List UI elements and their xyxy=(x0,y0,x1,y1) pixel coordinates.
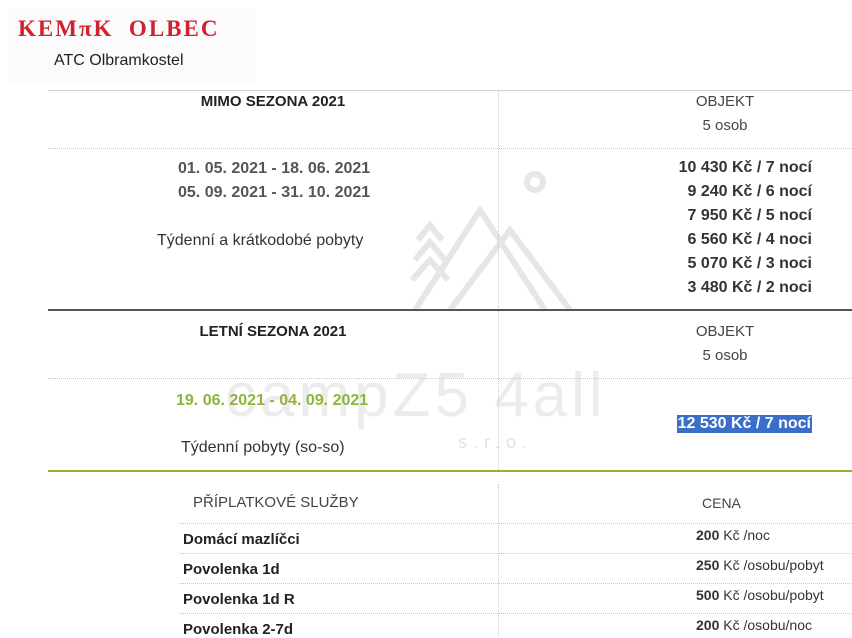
off-season-date-1: 01. 05. 2021 - 18. 06. 2021 xyxy=(178,160,371,177)
service-price-permit-1d-r: 500 Kč /osobu/pobyt xyxy=(696,587,824,603)
summer-season-top-rule xyxy=(48,309,852,311)
off-season-price-4: 6 560 Kč / 4 noci xyxy=(687,231,812,248)
service-unit-permit-1d: Kč /osobu/pobyt xyxy=(723,557,824,573)
summer-season-capacity: 5 osob xyxy=(702,347,748,364)
summer-season-price[interactable]: 12 530 Kč / 7 nocí xyxy=(676,415,812,433)
logo-title: KEMπK OLBEC xyxy=(18,16,220,41)
logo: KEMπK OLBEC ATC Olbramkostel xyxy=(8,8,256,84)
summer-season-dates: 19. 06. 2021 - 04. 09. 2021 xyxy=(176,392,369,409)
service-name-permit-1d-r: Povolenka 1d R xyxy=(183,591,295,608)
off-season-date-2: 05. 09. 2021 - 31. 10. 2021 xyxy=(178,184,371,201)
service-amount-permit-1d: 250 xyxy=(696,557,720,573)
off-season-object-label: OBJEKT xyxy=(695,93,755,110)
service-amount-permit-2-7d: 200 xyxy=(696,617,720,633)
watermark-subtext: s.r.o. xyxy=(458,432,533,452)
services-top-rule xyxy=(48,470,852,472)
service-row-rule xyxy=(180,583,852,584)
off-season-price-3: 5 070 Kč / 3 noci xyxy=(687,255,812,272)
services-header: PŘÍPLATKOVÉ SLUŽBY xyxy=(193,494,359,511)
summer-season-title: LETNÍ SEZONA 2021 xyxy=(199,323,347,340)
off-season-header-rule xyxy=(48,148,852,149)
off-season-price-2: 3 480 Kč / 2 noci xyxy=(687,279,812,296)
service-unit-permit-2-7d: Kč /osobu/noc xyxy=(723,617,812,633)
service-row-rule xyxy=(180,613,852,614)
summer-season-object-label: OBJEKT xyxy=(695,323,755,340)
service-unit-pets: Kč /noc xyxy=(723,527,770,543)
column-divider xyxy=(498,90,499,470)
service-price-permit-1d: 250 Kč /osobu/pobyt xyxy=(696,557,824,573)
off-season-price-5: 7 950 Kč / 5 nocí xyxy=(687,207,812,224)
logo-subtitle: ATC Olbramkostel xyxy=(54,52,184,69)
off-season-price-7: 10 430 Kč / 7 nocí xyxy=(678,159,812,176)
service-amount-permit-1d-r: 500 xyxy=(696,587,720,603)
off-season-price-6: 9 240 Kč / 6 nocí xyxy=(687,183,812,200)
services-price-header: CENA xyxy=(702,495,741,511)
off-season-note: Týdenní a krátkodobé pobyty xyxy=(157,232,364,249)
service-unit-permit-1d-r: Kč /osobu/pobyt xyxy=(723,587,824,603)
off-season-capacity: 5 osob xyxy=(702,117,748,134)
service-amount-pets: 200 xyxy=(696,527,720,543)
off-season-title: MIMO SEZONA 2021 xyxy=(200,93,346,110)
off-season-top-rule xyxy=(48,90,852,91)
summer-season-header-rule xyxy=(48,378,852,379)
service-price-pets: 200 Kč /noc xyxy=(696,527,770,543)
service-name-permit-2-7d: Povolenka 2-7d xyxy=(183,621,294,638)
services-header-rule xyxy=(180,523,852,524)
service-name-pets: Domácí mazlíčci xyxy=(183,531,300,548)
service-name-permit-1d: Povolenka 1d xyxy=(183,561,280,578)
summer-season-note: Týdenní pobyty (so-so) xyxy=(181,439,345,456)
service-price-permit-2-7d: 200 Kč /osobu/noc xyxy=(696,617,812,633)
service-row-rule xyxy=(180,553,852,554)
